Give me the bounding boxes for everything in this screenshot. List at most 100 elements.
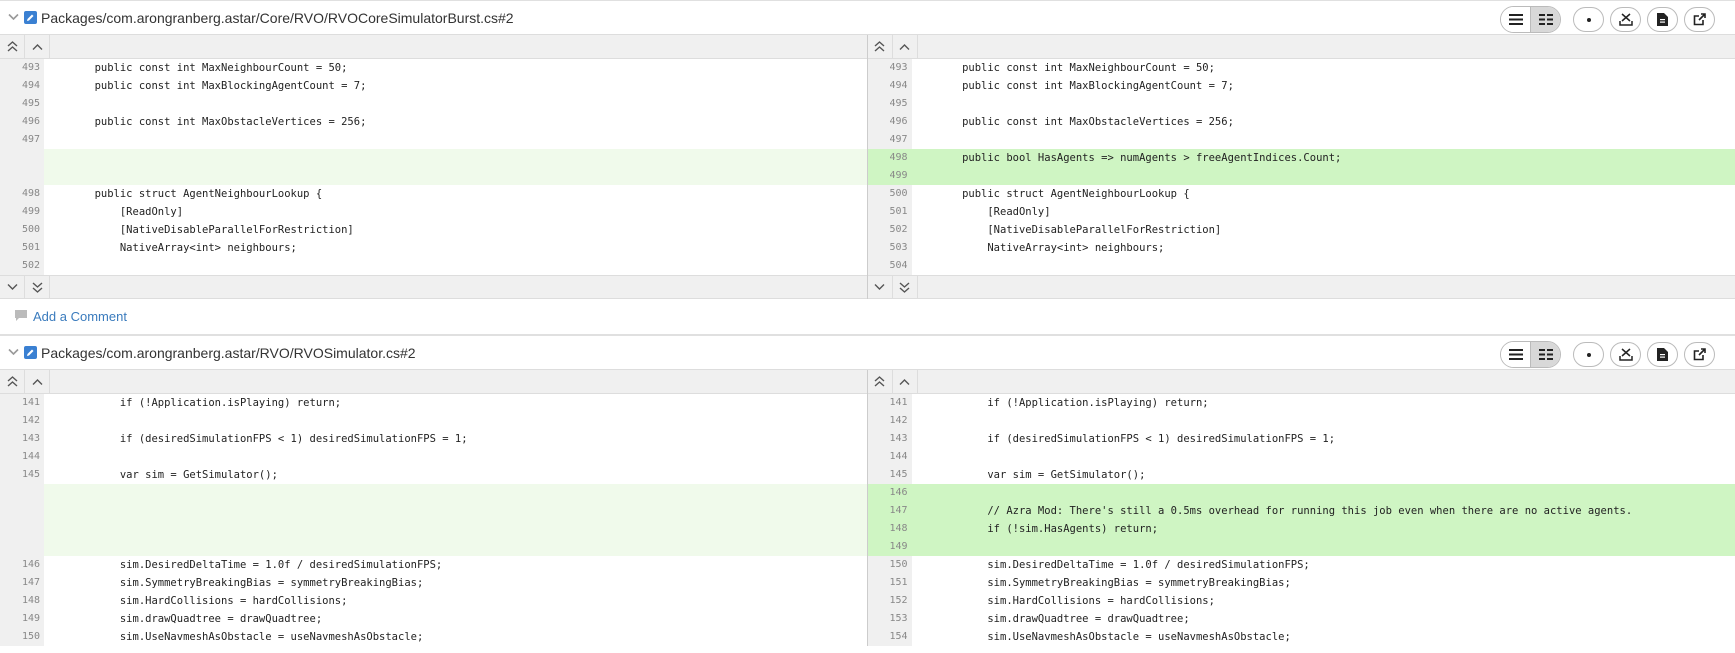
open-external-button[interactable]: [1684, 7, 1715, 32]
line-number[interactable]: 147: [0, 574, 44, 592]
line-number[interactable]: 495: [867, 95, 912, 113]
line-number[interactable]: 150: [867, 556, 912, 574]
line-number[interactable]: 501: [867, 203, 912, 221]
line-number[interactable]: 498: [0, 185, 44, 203]
side-by-side-view-button[interactable]: [1530, 7, 1560, 32]
line-number[interactable]: 493: [0, 59, 44, 77]
line-number[interactable]: 497: [0, 131, 44, 149]
line-number[interactable]: 151: [867, 574, 912, 592]
line-number[interactable]: [0, 520, 44, 538]
line-number[interactable]: 141: [867, 394, 912, 412]
file-path[interactable]: Packages/com.arongranberg.astar/Core/RVO…: [41, 10, 514, 26]
add-comment-link[interactable]: Add a Comment: [33, 309, 127, 324]
right-pane: 493 public const int MaxNeighbourCount =…: [867, 35, 1735, 299]
line-number[interactable]: 142: [867, 412, 912, 430]
expand-controls-bottom: [0, 275, 867, 299]
line-number[interactable]: 149: [0, 610, 44, 628]
line-number[interactable]: 153: [867, 610, 912, 628]
code-line: 500 [NativeDisableParallelForRestriction…: [0, 221, 867, 239]
line-number[interactable]: 501: [0, 239, 44, 257]
file-path[interactable]: Packages/com.arongranberg.astar/RVO/RVOS…: [41, 345, 416, 361]
line-number[interactable]: 499: [0, 203, 44, 221]
line-number[interactable]: [0, 538, 44, 556]
line-number[interactable]: 496: [0, 113, 44, 131]
line-number[interactable]: 150: [0, 628, 44, 646]
expand-down-button[interactable]: [868, 276, 893, 298]
line-number[interactable]: 146: [867, 484, 912, 502]
edit-file-icon[interactable]: [24, 11, 37, 24]
expand-up-button[interactable]: [25, 35, 50, 58]
line-number[interactable]: [0, 167, 44, 185]
line-number[interactable]: 154: [867, 628, 912, 646]
expand-all-up-button[interactable]: [0, 370, 25, 393]
line-number[interactable]: 144: [0, 448, 44, 466]
line-number[interactable]: [0, 502, 44, 520]
code-text: public struct AgentNeighbourLookup {: [44, 188, 323, 200]
line-number[interactable]: 145: [0, 466, 44, 484]
line-number[interactable]: 500: [0, 221, 44, 239]
edit-file-icon[interactable]: [24, 346, 37, 359]
view-file-button[interactable]: [1647, 7, 1678, 32]
code-lines: 493 public const int MaxNeighbourCount =…: [867, 59, 1735, 275]
comment-icon: [15, 308, 27, 326]
expand-all-up-button[interactable]: [868, 370, 893, 393]
line-number[interactable]: 152: [867, 592, 912, 610]
line-number[interactable]: 146: [0, 556, 44, 574]
line-number[interactable]: 504: [867, 257, 912, 275]
expand-up-button[interactable]: [25, 370, 50, 393]
line-number[interactable]: 496: [867, 113, 912, 131]
line-number[interactable]: 502: [867, 221, 912, 239]
line-number[interactable]: [0, 484, 44, 502]
line-number[interactable]: 497: [867, 131, 912, 149]
line-number[interactable]: 503: [867, 239, 912, 257]
code-text: sim.drawQuadtree = drawQuadtree;: [911, 613, 1190, 625]
line-number[interactable]: [0, 149, 44, 167]
code-text: [ReadOnly]: [911, 206, 1051, 218]
expand-up-button[interactable]: [893, 35, 918, 58]
chevron-up-icon: [32, 378, 42, 385]
line-number[interactable]: 494: [867, 77, 912, 95]
whitespace-button[interactable]: [1573, 342, 1604, 367]
unified-view-button[interactable]: [1501, 342, 1530, 367]
line-number[interactable]: 147: [867, 502, 912, 520]
side-by-side-view-button[interactable]: [1530, 342, 1560, 367]
line-number[interactable]: 144: [867, 448, 912, 466]
download-button[interactable]: [1610, 7, 1641, 32]
line-number[interactable]: 145: [867, 466, 912, 484]
expand-all-down-button[interactable]: [25, 276, 50, 298]
whitespace-button[interactable]: [1573, 7, 1604, 32]
expand-up-button[interactable]: [893, 370, 918, 393]
code-line: 502 [NativeDisableParallelForRestriction…: [867, 221, 1735, 239]
download-button[interactable]: [1610, 342, 1641, 367]
line-number[interactable]: 148: [0, 592, 44, 610]
code-text: [NativeDisableParallelForRestriction]: [44, 224, 354, 236]
line-number[interactable]: 499: [867, 167, 912, 185]
code-line: 147 sim.SymmetryBreakingBias = symmetryB…: [0, 574, 867, 592]
line-number[interactable]: 493: [867, 59, 912, 77]
view-file-button[interactable]: [1647, 342, 1678, 367]
unified-view-button[interactable]: [1501, 7, 1530, 32]
line-number[interactable]: 149: [867, 538, 912, 556]
line-number[interactable]: 143: [0, 430, 44, 448]
line-number[interactable]: 142: [0, 412, 44, 430]
line-number[interactable]: 494: [0, 77, 44, 95]
open-external-button[interactable]: [1684, 342, 1715, 367]
code-text: public struct AgentNeighbourLookup {: [911, 188, 1190, 200]
line-number[interactable]: 141: [0, 394, 44, 412]
expand-all-up-button[interactable]: [0, 35, 25, 58]
code-line: 142: [867, 412, 1735, 430]
line-number[interactable]: 143: [867, 430, 912, 448]
code-line: 501 NativeArray<int> neighbours;: [0, 239, 867, 257]
collapse-chevron-icon[interactable]: [2, 347, 24, 359]
line-number[interactable]: 148: [867, 520, 912, 538]
line-number[interactable]: 502: [0, 257, 44, 275]
collapse-chevron-icon[interactable]: [2, 12, 24, 24]
expand-all-up-button[interactable]: [868, 35, 893, 58]
dot-icon: [1586, 352, 1591, 357]
expand-all-down-button[interactable]: [893, 276, 918, 298]
line-number[interactable]: 495: [0, 95, 44, 113]
line-number[interactable]: 498: [867, 149, 912, 167]
expand-down-button[interactable]: [0, 276, 25, 298]
line-number[interactable]: 500: [867, 185, 912, 203]
